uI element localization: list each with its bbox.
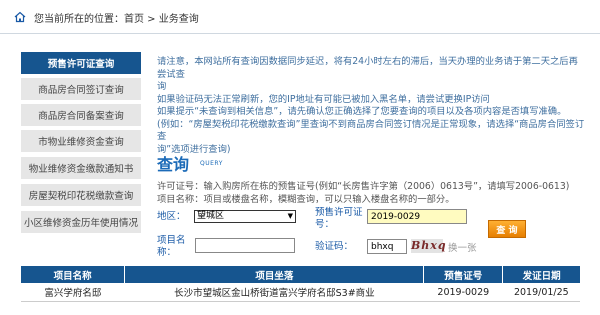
permit-label-line1: 预售许可证 [315,207,363,218]
sidebar-item-deed-tax[interactable]: 房屋契税印花税缴款查询 [21,184,141,206]
sidebar-item-fund-history[interactable]: 小区维修资金历年使用情况 [21,211,141,233]
query-button[interactable]: 查 询 [488,220,526,238]
cell-issue-date: 2019/01/25 [502,283,580,302]
notice-line: 如果验证码无法正常刷新，您的IP地址有可能已被加入黑名单，请尝试更换IP访问 [157,93,490,105]
project-name-input[interactable] [195,238,295,253]
hint-project: 项目名称：项目或楼盘名称，模糊查询，可以只输入楼盘名称的一部分。 [157,194,455,205]
query-title: 查询 [157,155,190,174]
hint-permit: 许可证号：输入购房所在栋的预售证号(例如“长房售许字第（2006）0613号”，… [157,181,570,192]
dropdown-arrow-icon: ▼ [287,212,293,220]
notice-text: 请注意，本网站所有查询因数据同步延迟，将有24小时左右的滞后，当天办理的业务请于… [157,56,585,156]
home-icon[interactable] [14,11,26,23]
district-select-value: 望城区 [197,211,225,221]
project-label-line1: 项目名 [157,235,186,246]
results-table: 项目名称 项目坐落 预售证号 发证日期 富兴学府名邸 长沙市望城区金山桥街道富兴… [21,266,580,302]
query-subtitle: QUERY [200,160,223,167]
refresh-captcha-link[interactable]: 换一张 [448,240,477,254]
breadcrumb-text: 您当前所在的位置：首页 > 业务查询 [34,14,199,25]
district-select[interactable]: 望城区 ▼ [194,210,296,223]
cell-project-name: 富兴学府名邸 [21,283,125,302]
district-label: 地区： [157,211,186,222]
col-header-issue-date: 发证日期 [502,266,580,283]
col-header-project-name: 项目名称 [21,266,126,283]
col-header-permit-number: 预售证号 [423,266,504,283]
sidebar-item-presale-permit[interactable]: 预售许可证查询 [21,52,141,74]
captcha-image[interactable]: Bhxq [411,239,446,253]
sidebar-item-contract-record[interactable]: 商品房合同备案查询 [21,104,141,126]
table-header-row: 项目名称 项目坐落 预售证号 发证日期 [21,266,580,283]
permit-number-input[interactable] [367,209,467,224]
sidebar-item-contract-sign[interactable]: 商品房合同签订查询 [21,78,141,100]
notice-line: (例如：“房屋契税印花税缴款查询”里查询不到商品房合同签订情况是正常现象，请选择… [157,118,585,143]
sidebar-item-fund-notice[interactable]: 物业维修资金缴款通知书 [21,157,141,179]
project-label-line2: 称： [157,247,177,258]
notice-line: 如果提示“未查询到相关信息”，请先确认您正确选择了您要查询的项目以及各项内容是否… [157,106,567,117]
notice-line: 询”选项进行查询) [157,143,231,155]
permit-label-line2: 号： [315,219,335,230]
notice-line: 请注意，本网站所有查询因数据同步延迟，将有24小时左右的滞后，当天办理的业务请于… [157,56,578,80]
cell-location: 长沙市望城区金山桥街道富兴学府名邸S3#商业 [124,283,424,302]
col-header-location: 项目坐落 [124,266,425,283]
notice-line: 询 [157,81,167,92]
captcha-input[interactable] [367,239,407,254]
cell-permit-number: 2019-0029 [423,283,503,302]
breadcrumb-bar: 您当前所在的位置：首页 > 业务查询 [0,0,600,34]
table-row[interactable]: 富兴学府名邸 长沙市望城区金山桥街道富兴学府名邸S3#商业 2019-0029 … [21,283,580,302]
sidebar-item-maintenance-fund[interactable]: 市物业维修资金查询 [21,130,141,152]
captcha-label: 验证码： [315,241,354,252]
